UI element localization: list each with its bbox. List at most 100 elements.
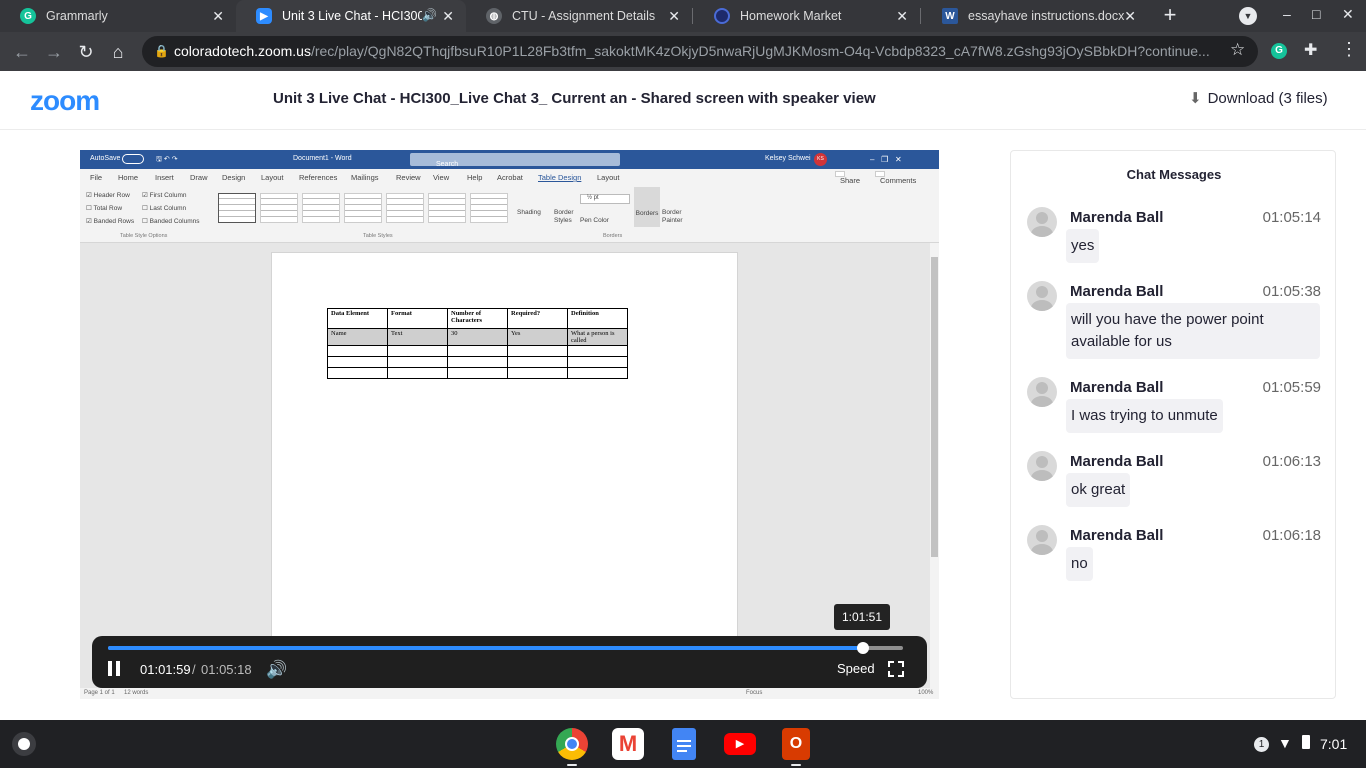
reload-icon[interactable]: ↻ (74, 40, 98, 64)
word-user-name: Kelsey Schwei (765, 155, 811, 162)
table-style-swatch (428, 193, 466, 223)
close-tab-icon[interactable]: ✕ (212, 8, 224, 25)
avatar (1027, 525, 1057, 555)
table-style-swatch (218, 193, 256, 223)
download-button[interactable]: ⬇ Download (3 files) (1189, 89, 1328, 108)
extensions-puzzle-icon[interactable]: ✚ (1304, 40, 1317, 60)
status-words: 12 words (124, 690, 149, 696)
chrome-icon[interactable] (556, 728, 588, 760)
shared-screen-video[interactable]: AutoSave 🖫 ↶ ↷ Document1 - Word Search K… (80, 150, 939, 699)
video-player-controls: 01:01:59 / 01:05:18 🔊 Speed (92, 636, 927, 688)
bookmark-star-icon[interactable]: ☆ (1230, 40, 1245, 60)
new-tab-button[interactable]: + (1158, 4, 1182, 27)
border-styles-button: Border Styles (554, 209, 574, 224)
message-sender: Marenda Ball (1070, 283, 1164, 300)
word-menu-item: Draw (190, 173, 208, 182)
grammarly-icon: G (20, 8, 36, 24)
message-sender: Marenda Ball (1070, 453, 1164, 470)
table-row (327, 356, 628, 368)
table-header-row: Data Element Format Number of Characters… (327, 308, 628, 329)
forward-icon[interactable]: → (42, 40, 66, 64)
download-label: Download (3 files) (1207, 89, 1328, 107)
download-icon: ⬇ (1189, 90, 1202, 107)
status-focus: Focus (746, 690, 763, 696)
volume-icon[interactable]: 🔊 (266, 660, 287, 680)
speed-button[interactable]: Speed (837, 661, 875, 676)
avatar (1027, 281, 1057, 311)
address-bar[interactable]: coloradotech.zoom.us/rec/play/QgN82QThqj… (142, 36, 1258, 67)
launcher-icon[interactable] (12, 732, 36, 756)
pause-icon (108, 661, 112, 676)
message-time: 01:05:14 (1262, 209, 1321, 226)
clock: 7:01 (1320, 736, 1348, 752)
lock-icon[interactable]: 🔒 (154, 44, 169, 58)
tab-search-icon[interactable]: ▼ (1239, 7, 1257, 25)
gmail-icon[interactable]: M (612, 728, 644, 760)
pause-icon (116, 661, 120, 676)
pen-color-button: Pen Color (580, 217, 609, 224)
homework-market-icon (714, 8, 730, 24)
duration-time: 01:05:18 (201, 662, 252, 677)
borders-button: Borders (634, 187, 660, 227)
table-cell: Format (387, 308, 448, 329)
word-icon: W (942, 8, 958, 24)
close-tab-icon[interactable]: ✕ (668, 8, 680, 25)
word-window-controls: – ❐ ✕ (870, 155, 902, 164)
office-icon[interactable]: O (782, 728, 810, 760)
home-icon[interactable]: ⌂ (106, 40, 130, 64)
maximize-icon[interactable]: □ (1312, 6, 1320, 22)
youtube-icon[interactable]: ▶ (724, 733, 756, 755)
table-style-swatch (344, 193, 382, 223)
url-host: coloradotech.zoom.us (174, 43, 311, 59)
system-tray[interactable]: 1 ▼ 7:01 (1244, 729, 1356, 759)
tab-grammarly[interactable]: G Grammarly ✕ (0, 0, 236, 32)
table-style-swatch (260, 193, 298, 223)
table-cell: Text (387, 328, 448, 346)
progress-bar[interactable] (108, 642, 903, 654)
table-cell: What a person is called (567, 328, 628, 346)
word-menu-item: File (90, 173, 103, 182)
pause-button[interactable] (108, 661, 122, 677)
fullscreen-icon[interactable] (888, 661, 904, 677)
message-sender: Marenda Ball (1070, 527, 1164, 544)
tab-homework-market[interactable]: Homework Market ✕ (694, 0, 920, 32)
word-menu-item: Insert (155, 173, 174, 182)
ribbon-option: ☐ Total Row (86, 205, 123, 212)
table-cell: Name (327, 328, 388, 346)
tab-essay-instructions[interactable]: W essayhave instructions.docx ✕ (922, 0, 1148, 32)
ribbon-option: ☑ First Column (142, 192, 187, 199)
border-painter-button: Border Painter (662, 209, 683, 224)
close-tab-icon[interactable]: ✕ (1124, 8, 1136, 25)
battery-icon (1302, 735, 1310, 749)
word-doc-title: Document1 - Word (293, 155, 352, 162)
word-menu-item: View (433, 173, 450, 182)
grammarly-extension-icon[interactable]: G (1271, 43, 1287, 59)
back-icon[interactable]: ← (10, 40, 34, 64)
minimize-icon[interactable]: – (1283, 6, 1291, 22)
audio-playing-icon[interactable]: 🔊 (422, 8, 437, 22)
close-tab-icon[interactable]: ✕ (896, 8, 908, 25)
word-menu-item: Home (118, 173, 139, 182)
tab-title: Homework Market (740, 9, 842, 23)
zoom-logo[interactable]: zoom (30, 85, 100, 117)
tab-ctu-assignment[interactable]: ◍ CTU - Assignment Details ✕ (466, 0, 692, 32)
chrome-menu-icon[interactable]: ⋮ (1340, 39, 1358, 60)
avatar (1027, 207, 1057, 237)
close-window-icon[interactable]: ✕ (1342, 6, 1354, 23)
table-row: Name Text 30 Yes What a person is called (327, 328, 628, 346)
ribbon-group-label: Table Style Options (120, 233, 168, 239)
progress-scrubber[interactable] (856, 642, 869, 654)
word-ribbon: ☑ Header Row ☑ First Column ☐ Total Row … (80, 185, 939, 243)
message-sender: Marenda Ball (1070, 379, 1164, 396)
tab-zoom-recording[interactable]: ▶ Unit 3 Live Chat - HCI300_ 🔊 ✕ (236, 0, 466, 32)
word-document-area: Data Element Format Number of Characters… (80, 243, 930, 699)
word-search-box: Search (410, 153, 620, 168)
table-cell: Required? (507, 308, 568, 329)
word-comments-label: Comments (880, 176, 917, 185)
close-tab-icon[interactable]: ✕ (442, 8, 454, 25)
docs-icon[interactable] (672, 728, 696, 760)
browser-tab-strip: G Grammarly ✕ ▶ Unit 3 Live Chat - HCI30… (0, 0, 1366, 32)
tab-title: essayhave instructions.docx (968, 9, 1125, 23)
shading-button: Shading (517, 209, 541, 216)
word-menu-item: Review (396, 173, 421, 182)
